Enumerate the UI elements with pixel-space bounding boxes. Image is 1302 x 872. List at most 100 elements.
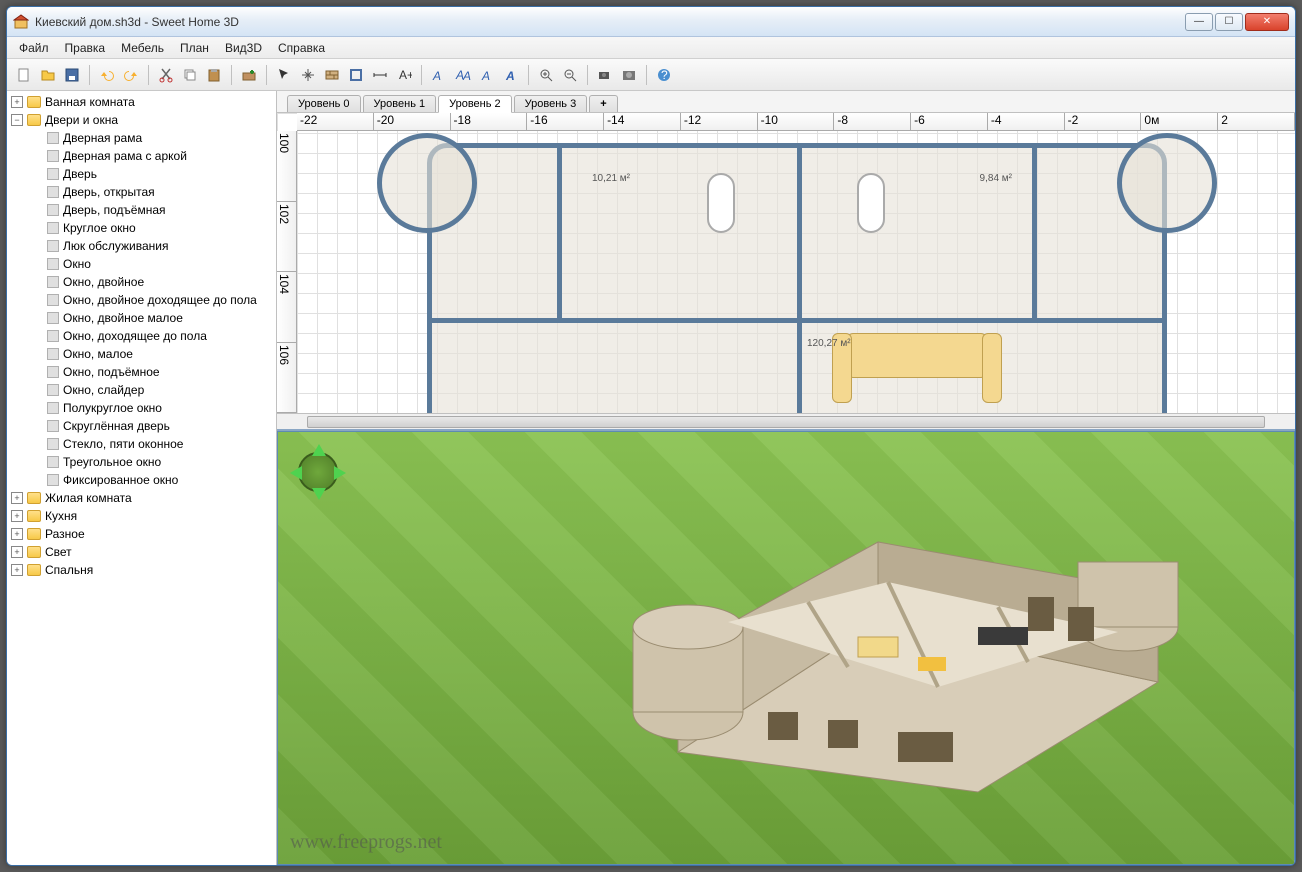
level-tab-3[interactable]: Уровень 3	[514, 95, 588, 112]
view3d-panel[interactable]: www.freeprogs.net	[277, 431, 1295, 865]
item-label: Фиксированное окно	[63, 473, 178, 487]
svg-text:A: A	[505, 69, 515, 83]
tree-toggle-icon[interactable]: +	[11, 546, 23, 558]
folder-icon	[27, 96, 41, 108]
snapshot-icon[interactable]	[618, 64, 640, 86]
tree-toggle-icon[interactable]: +	[11, 96, 23, 108]
ruler-horizontal: -22-20-18-16-14-12-10-8-6-4-20м2	[297, 113, 1295, 131]
furniture-icon	[47, 366, 59, 378]
paste-icon[interactable]	[203, 64, 225, 86]
ruler-tick: -20	[374, 113, 451, 130]
catalog-folder[interactable]: +Спальня	[7, 561, 276, 579]
item-label: Скруглённая дверь	[63, 419, 170, 433]
dimension-icon[interactable]	[369, 64, 391, 86]
toolbar: A+ A AA A A ?	[7, 59, 1295, 91]
catalog-item[interactable]: Окно	[7, 255, 276, 273]
redo-icon[interactable]	[120, 64, 142, 86]
level-tab-2[interactable]: Уровень 2	[438, 95, 512, 113]
ruler-tick: -4	[988, 113, 1065, 130]
catalog-folder[interactable]: +Жилая комната	[7, 489, 276, 507]
maximize-button[interactable]: ☐	[1215, 13, 1243, 31]
wall-icon[interactable]	[321, 64, 343, 86]
toolbar-separator	[89, 65, 90, 85]
ruler-tick: 104	[277, 272, 296, 343]
menu-file[interactable]: Файл	[11, 39, 57, 57]
level-tab-1[interactable]: Уровень 1	[363, 95, 437, 112]
zoom-in-icon[interactable]	[535, 64, 557, 86]
open-icon[interactable]	[37, 64, 59, 86]
item-label: Люк обслуживания	[63, 239, 168, 253]
catalog-item[interactable]: Круглое окно	[7, 219, 276, 237]
catalog-item[interactable]: Стекло, пяти оконное	[7, 435, 276, 453]
tree-toggle-icon[interactable]: +	[11, 510, 23, 522]
menu-furniture[interactable]: Мебель	[113, 39, 172, 57]
plan-scrollbar[interactable]	[277, 413, 1295, 429]
menu-edit[interactable]: Правка	[57, 39, 114, 57]
catalog-item[interactable]: Окно, доходящее до пола	[7, 327, 276, 345]
floorplan[interactable]: 10,21 м² 120,27 м² 9,84 м²	[427, 143, 1167, 413]
room-icon[interactable]	[345, 64, 367, 86]
titlebar[interactable]: Киевский дом.sh3d - Sweet Home 3D — ☐ ✕	[7, 7, 1295, 37]
tree-toggle-icon[interactable]: +	[11, 528, 23, 540]
menu-help[interactable]: Справка	[270, 39, 333, 57]
plan-canvas[interactable]: -22-20-18-16-14-12-10-8-6-4-20м2 1001021…	[277, 113, 1295, 413]
ruler-tick: -18	[451, 113, 528, 130]
select-icon[interactable]	[273, 64, 295, 86]
catalog-item[interactable]: Дверная рама с аркой	[7, 147, 276, 165]
copy-icon[interactable]	[179, 64, 201, 86]
level-tab-add[interactable]: +	[589, 95, 617, 112]
catalog-item[interactable]: Фиксированное окно	[7, 471, 276, 489]
nav-right-icon[interactable]	[334, 466, 346, 480]
tree-toggle-icon[interactable]: −	[11, 114, 23, 126]
catalog-item[interactable]: Окно, подъёмное	[7, 363, 276, 381]
tree-toggle-icon[interactable]: +	[11, 564, 23, 576]
text-size-inc-icon[interactable]: A	[428, 64, 450, 86]
camera-icon[interactable]	[594, 64, 616, 86]
catalog-item[interactable]: Окно, двойное малое	[7, 309, 276, 327]
add-furniture-icon[interactable]	[238, 64, 260, 86]
catalog-item[interactable]: Дверная рама	[7, 129, 276, 147]
save-icon[interactable]	[61, 64, 83, 86]
level-tab-0[interactable]: Уровень 0	[287, 95, 361, 112]
zoom-out-icon[interactable]	[559, 64, 581, 86]
menu-plan[interactable]: План	[172, 39, 217, 57]
catalog-folder[interactable]: +Кухня	[7, 507, 276, 525]
catalog-folder[interactable]: +Ванная комната	[7, 93, 276, 111]
nav-left-icon[interactable]	[290, 466, 302, 480]
catalog-item[interactable]: Полукруглое окно	[7, 399, 276, 417]
catalog-item[interactable]: Окно, двойное доходящее до пола	[7, 291, 276, 309]
text-icon[interactable]: A+	[393, 64, 415, 86]
catalog-item[interactable]: Окно, двойное	[7, 273, 276, 291]
text-italic-icon[interactable]: A	[476, 64, 498, 86]
catalog-item[interactable]: Окно, слайдер	[7, 381, 276, 399]
catalog-item[interactable]: Окно, малое	[7, 345, 276, 363]
catalog-folder[interactable]: +Разное	[7, 525, 276, 543]
furniture-catalog[interactable]: +Ванная комната − Двери и окна Дверная рама…	[7, 91, 277, 865]
catalog-item[interactable]: Треугольное окно	[7, 453, 276, 471]
tree-toggle-icon[interactable]: +	[11, 492, 23, 504]
ruler-tick: 106	[277, 343, 296, 414]
help-icon[interactable]: ?	[653, 64, 675, 86]
menu-3dview[interactable]: Вид3D	[217, 39, 270, 57]
catalog-folder[interactable]: − Двери и окна	[7, 111, 276, 129]
catalog-item[interactable]: Дверь, подъёмная	[7, 201, 276, 219]
watermark: www.freeprogs.net	[290, 831, 442, 854]
catalog-item[interactable]: Дверь, открытая	[7, 183, 276, 201]
catalog-item[interactable]: Дверь	[7, 165, 276, 183]
minimize-button[interactable]: —	[1185, 13, 1213, 31]
new-icon[interactable]	[13, 64, 35, 86]
pan-icon[interactable]	[297, 64, 319, 86]
item-label: Дверь	[63, 167, 97, 181]
nav-down-icon[interactable]	[312, 488, 326, 500]
text-bold-icon[interactable]: A	[500, 64, 522, 86]
cut-icon[interactable]	[155, 64, 177, 86]
undo-icon[interactable]	[96, 64, 118, 86]
catalog-folder[interactable]: +Свет	[7, 543, 276, 561]
catalog-item[interactable]: Скруглённая дверь	[7, 417, 276, 435]
close-button[interactable]: ✕	[1245, 13, 1289, 31]
nav-up-icon[interactable]	[312, 444, 326, 456]
folder-label: Двери и окна	[45, 113, 118, 127]
text-size-dec-icon[interactable]: AA	[452, 64, 474, 86]
catalog-item[interactable]: Люк обслуживания	[7, 237, 276, 255]
furniture-icon	[47, 222, 59, 234]
